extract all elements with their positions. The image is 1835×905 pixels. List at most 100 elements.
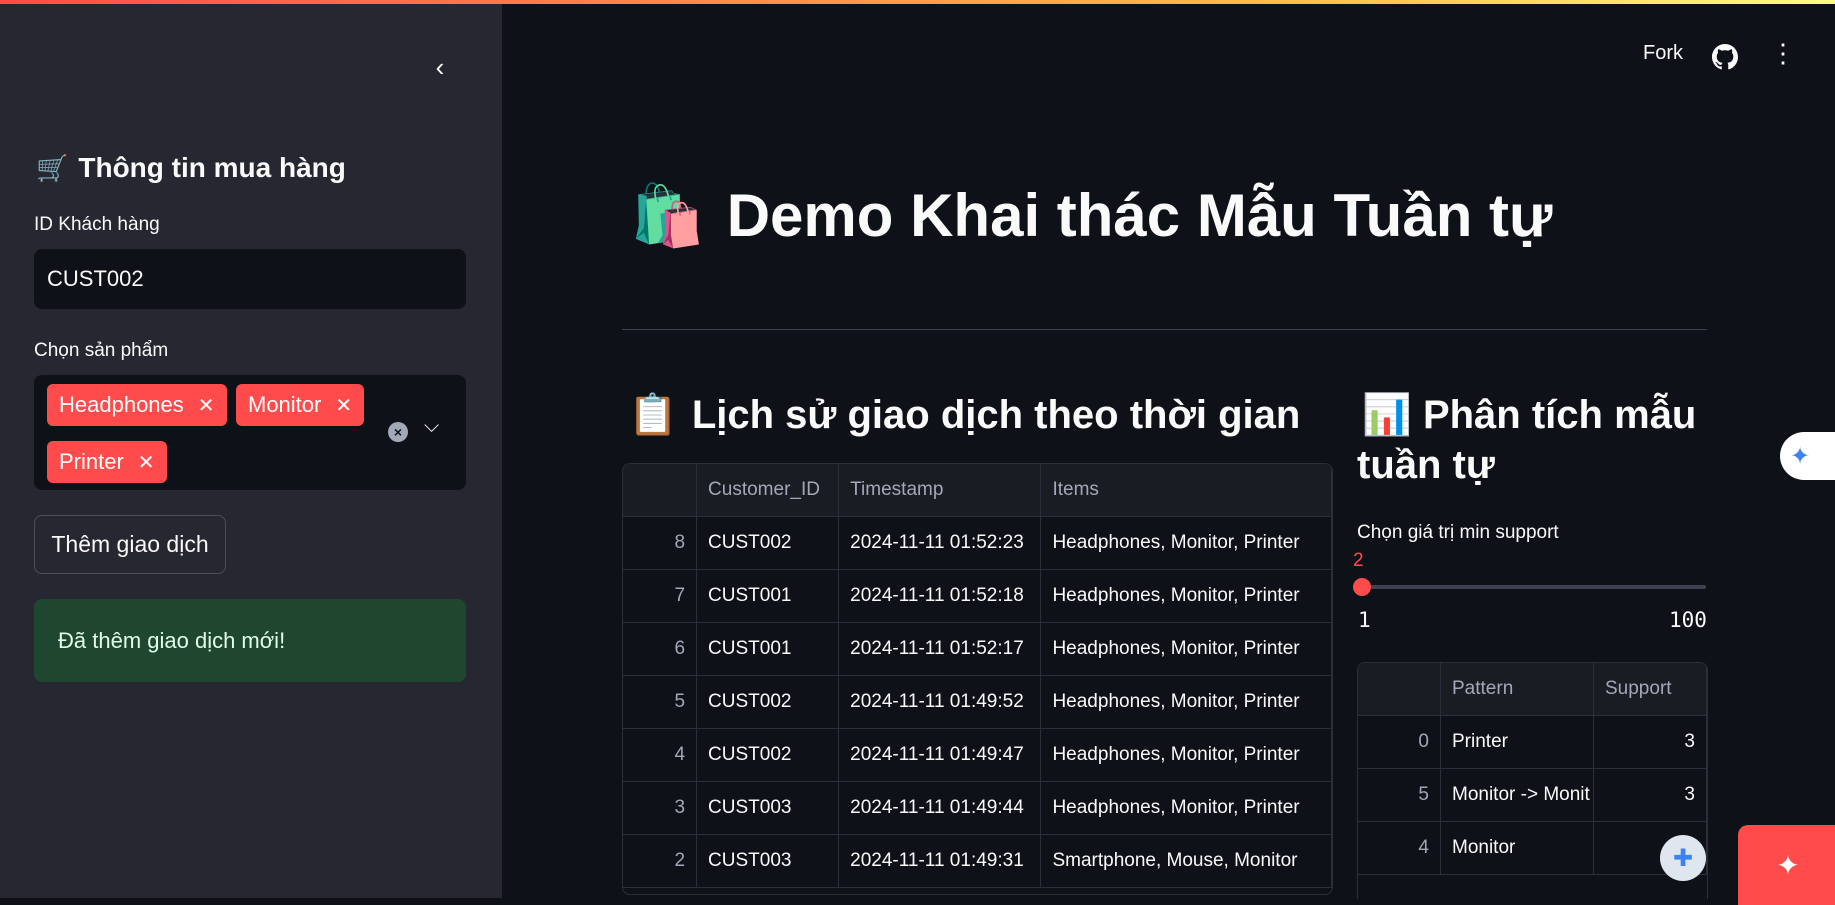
- shopping-cart-icon: 🛒: [36, 152, 69, 183]
- remove-chip-icon[interactable]: ✕: [198, 393, 215, 418]
- chat-widget-icon[interactable]: ✦: [1738, 825, 1835, 905]
- history-heading: 📋 Lịch sử giao dịch theo thời gian: [628, 390, 1300, 440]
- table-header-row: Pattern Support: [1358, 663, 1707, 716]
- history-table[interactable]: Customer_ID Timestamp Items 8 CUST002 20…: [622, 463, 1333, 895]
- product-chip-headphones: Headphones ✕: [47, 384, 227, 426]
- page-title-text: Demo Khai thác Mẫu Tuần tự: [726, 182, 1553, 249]
- add-transaction-button[interactable]: Thêm giao dịch: [34, 515, 226, 574]
- github-icon[interactable]: [1712, 44, 1738, 76]
- column-header-customer-id[interactable]: Customer_ID: [696, 464, 840, 517]
- table-row[interactable]: 2 CUST003 2024-11-11 01:49:31 Smartphone…: [623, 834, 1332, 888]
- patterns-table[interactable]: Pattern Support 0 Printer 3 5 Monitor ->…: [1357, 662, 1708, 899]
- min-support-slider-track[interactable]: [1358, 585, 1706, 589]
- kebab-menu-icon[interactable]: ⋮: [1770, 40, 1796, 66]
- cell-timestamp: 2024-11-11 01:49:31: [838, 834, 1042, 888]
- cell-customer-id: CUST001: [696, 569, 840, 623]
- cell-timestamp: 2024-11-11 01:49:47: [838, 728, 1042, 782]
- sidebar: ‹ 🛒 Thông tin mua hàng ID Khách hàng CUS…: [0, 4, 502, 898]
- cell-items: Headphones, Monitor, Printer: [1040, 728, 1332, 782]
- column-header-timestamp[interactable]: Timestamp: [838, 464, 1042, 517]
- table-row[interactable]: 0 Printer 3: [1358, 715, 1707, 769]
- cell-timestamp: 2024-11-11 01:52:18: [838, 569, 1042, 623]
- cell-items: Headphones, Monitor, Printer: [1040, 781, 1332, 835]
- cell-timestamp: 2024-11-11 01:49:52: [838, 675, 1042, 729]
- row-index: 3: [623, 781, 698, 835]
- chip-label: Printer: [59, 449, 124, 474]
- bar-chart-icon: 📊: [1362, 393, 1412, 437]
- products-label: Chọn sản phẩm: [34, 340, 169, 361]
- row-index: 6: [623, 622, 698, 676]
- slider-thumb[interactable]: [1352, 578, 1371, 596]
- fork-link[interactable]: Fork: [1643, 42, 1683, 65]
- clipboard-icon: 📋: [628, 393, 678, 437]
- table-row[interactable]: 8 CUST002 2024-11-11 01:52:23 Headphones…: [623, 516, 1332, 570]
- products-multiselect[interactable]: Headphones ✕ Monitor ✕ Printer ✕ × ⌵: [34, 375, 466, 490]
- min-support-value: 2: [1353, 550, 1364, 571]
- analysis-heading-line1: Phân tích mẫu: [1422, 393, 1697, 437]
- shopping-bags-icon: 🛍️: [630, 182, 705, 249]
- sidebar-title-text: Thông tin mua hàng: [78, 152, 346, 183]
- slider-min-label: 1: [1358, 608, 1371, 632]
- cell-items: Headphones, Monitor, Printer: [1040, 675, 1332, 729]
- table-row[interactable]: 4 CUST002 2024-11-11 01:49:47 Headphones…: [623, 728, 1332, 782]
- cell-customer-id: CUST003: [696, 781, 840, 835]
- cell-pattern: Monitor: [1440, 821, 1594, 875]
- row-index: 8: [623, 516, 698, 570]
- cell-customer-id: CUST002: [696, 728, 840, 782]
- chip-label: Headphones: [59, 392, 184, 417]
- cell-timestamp: 2024-11-11 01:52:17: [838, 622, 1042, 676]
- history-heading-text: Lịch sử giao dịch theo thời gian: [691, 393, 1301, 437]
- row-index: 4: [623, 728, 698, 782]
- sparkle-drop-icon[interactable]: ✦: [1780, 432, 1835, 480]
- cell-customer-id: CUST002: [696, 675, 840, 729]
- row-index: 2: [623, 834, 698, 888]
- clear-all-icon[interactable]: ×: [388, 422, 408, 442]
- min-support-label: Chọn giá trị min support: [1357, 522, 1559, 543]
- product-chip-printer: Printer ✕: [47, 441, 167, 483]
- analysis-heading-line2: tuần tự: [1357, 443, 1495, 487]
- column-header-items[interactable]: Items: [1040, 464, 1332, 517]
- page-title: 🛍️ Demo Khai thác Mẫu Tuần tự: [630, 180, 1552, 251]
- remove-chip-icon[interactable]: ✕: [335, 393, 352, 418]
- chevron-left-icon[interactable]: ‹: [426, 54, 454, 82]
- table-row[interactable]: 4 Monitor: [1358, 821, 1707, 875]
- customer-id-value: CUST002: [47, 266, 144, 291]
- row-index: 4: [1358, 821, 1441, 875]
- sidebar-title: 🛒 Thông tin mua hàng: [36, 152, 346, 184]
- product-chip-monitor: Monitor ✕: [236, 384, 365, 426]
- table-row[interactable]: 6 CUST001 2024-11-11 01:52:17 Headphones…: [623, 622, 1332, 676]
- customer-id-label: ID Khách hàng: [34, 214, 160, 235]
- cell-items: Headphones, Monitor, Printer: [1040, 569, 1332, 623]
- divider: [622, 329, 1707, 330]
- column-header-pattern[interactable]: Pattern: [1440, 663, 1594, 716]
- table-row[interactable]: 5 Monitor -> Monit 3: [1358, 768, 1707, 822]
- table-row[interactable]: 7 CUST001 2024-11-11 01:52:18 Headphones…: [623, 569, 1332, 623]
- remove-chip-icon[interactable]: ✕: [138, 450, 155, 475]
- analysis-heading: 📊 Phân tích mẫu: [1362, 390, 1696, 440]
- cell-items: Smartphone, Mouse, Monitor: [1040, 834, 1332, 888]
- column-header-index[interactable]: [623, 464, 698, 517]
- cell-customer-id: CUST001: [696, 622, 840, 676]
- row-index: 5: [623, 675, 698, 729]
- cell-timestamp: 2024-11-11 01:49:44: [838, 781, 1042, 835]
- column-header-support[interactable]: Support: [1593, 663, 1707, 716]
- row-index: 7: [623, 569, 698, 623]
- row-index: 0: [1358, 715, 1441, 769]
- row-index: 5: [1358, 768, 1441, 822]
- customer-id-input[interactable]: CUST002: [34, 249, 466, 309]
- slider-max-label: 100: [1669, 608, 1707, 632]
- column-header-index[interactable]: [1358, 663, 1441, 716]
- table-row[interactable]: 5 CUST002 2024-11-11 01:49:52 Headphones…: [623, 675, 1332, 729]
- cell-items: Headphones, Monitor, Printer: [1040, 622, 1332, 676]
- table-row[interactable]: 3 CUST003 2024-11-11 01:49:44 Headphones…: [623, 781, 1332, 835]
- avatar[interactable]: ✚: [1660, 835, 1706, 881]
- cell-timestamp: 2024-11-11 01:52:23: [838, 516, 1042, 570]
- cell-customer-id: CUST003: [696, 834, 840, 888]
- table-header-row: Customer_ID Timestamp Items: [623, 464, 1332, 517]
- cell-support: 3: [1593, 715, 1707, 769]
- cell-pattern: Monitor -> Monit: [1440, 768, 1594, 822]
- chevron-down-icon[interactable]: ⌵: [424, 415, 439, 438]
- success-alert: Đã thêm giao dịch mới!: [34, 599, 466, 682]
- cell-items: Headphones, Monitor, Printer: [1040, 516, 1332, 570]
- chip-label: Monitor: [248, 392, 322, 417]
